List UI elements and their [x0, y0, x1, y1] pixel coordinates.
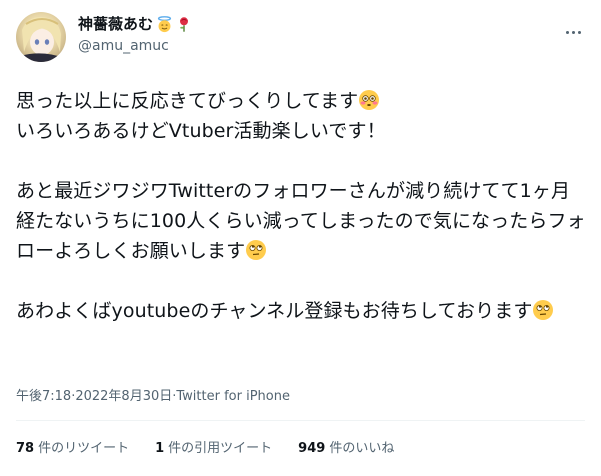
tweet-time[interactable]: 午後7:18	[16, 388, 71, 406]
quotes-label: 件の引用ツイート	[168, 441, 273, 456]
tweet-line-2: いろいろあるけどVtuber活動楽しいです！	[16, 120, 386, 142]
avatar[interactable]	[16, 12, 66, 62]
author-names: 神薔薇あむ @amu_amuc	[78, 14, 192, 56]
tweet-header: 神薔薇あむ @amu_amuc	[16, 12, 585, 64]
display-name-text[interactable]: 神薔薇あむ	[78, 14, 153, 34]
tweet-line-3: あと最近ジワジワTwitterのフォロワーさんが減り続けてて1ヶ月経たないうちに…	[16, 180, 586, 262]
more-icon[interactable]	[561, 20, 585, 44]
quotes-count: 1	[155, 441, 165, 456]
tweet-line-1: 思った以上に反応きてびっくりしてます	[16, 90, 359, 112]
quotes-stat[interactable]: 1 件の引用ツイート	[155, 440, 272, 458]
rose-icon	[180, 16, 189, 32]
retweets-stat[interactable]: 78 件のリツイート	[16, 440, 129, 458]
divider	[16, 420, 585, 421]
likes-label: 件のいいね	[329, 441, 395, 456]
likes-stat[interactable]: 949 件のいいね	[298, 440, 394, 458]
tweet: 神薔薇あむ @amu_amuc 思った以上に反応きてびっくりしてます いろいろあ…	[0, 0, 601, 476]
retweets-label: 件のリツイート	[38, 441, 130, 456]
handle[interactable]: @amu_amuc	[78, 36, 192, 56]
face-with-rolling-eyes-icon	[533, 300, 554, 320]
tweet-source[interactable]: Twitter for iPhone	[176, 388, 290, 406]
tweet-stats: 78 件のリツイート 1 件の引用ツイート 949 件のいいね	[16, 440, 394, 458]
retweets-count: 78	[16, 441, 35, 456]
display-name[interactable]: 神薔薇あむ	[78, 14, 192, 34]
tweet-date[interactable]: 2022年8月30日	[75, 388, 172, 406]
tweet-text: 思った以上に反応きてびっくりしてます いろいろあるけどVtuber活動楽しいです…	[16, 86, 586, 326]
smiling-face-with-halo-icon	[157, 15, 172, 32]
face-with-rolling-eyes-icon	[246, 240, 267, 260]
flushed-face-icon	[359, 90, 380, 110]
tweet-metadata: 午後7:18 · 2022年8月30日 · Twitter for iPhone	[16, 388, 290, 406]
likes-count: 949	[298, 441, 326, 456]
tweet-line-4: あわよくばyoutubeのチャンネル登録もお待ちしております	[16, 300, 533, 322]
